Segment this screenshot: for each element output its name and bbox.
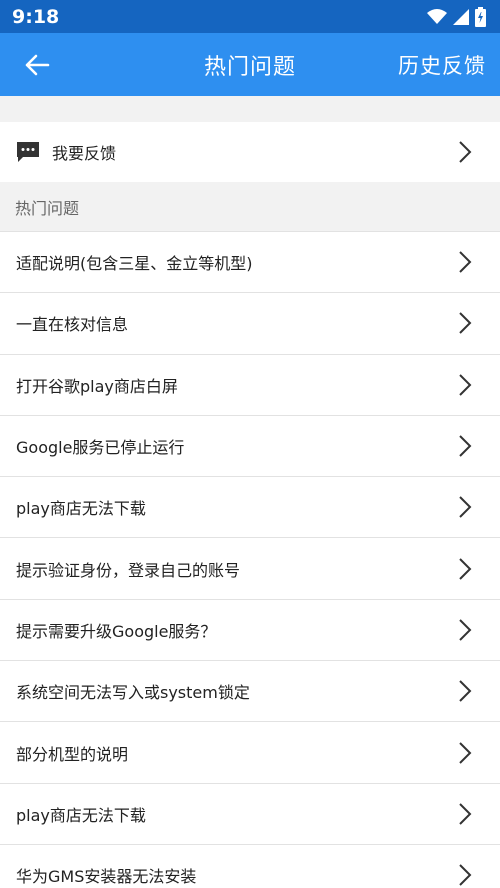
status-bar: 9:18 — [0, 0, 500, 33]
top-spacer — [0, 96, 500, 122]
battery-icon — [475, 6, 486, 27]
signal-icon — [453, 8, 469, 25]
list-item[interactable]: 提示验证身份，登录自己的账号 — [0, 538, 500, 600]
question-label: 部分机型的说明 — [16, 744, 129, 764]
question-label: 提示验证身份，登录自己的账号 — [16, 560, 241, 580]
status-icons — [427, 6, 486, 27]
chevron-right-icon — [459, 680, 472, 702]
section-header: 热门问题 — [0, 182, 500, 232]
chevron-right-icon — [459, 141, 472, 163]
question-label: 适配说明(包含三星、金立等机型) — [16, 254, 253, 274]
chevron-right-icon — [459, 435, 472, 457]
list-item[interactable]: 部分机型的说明 — [0, 722, 500, 784]
chevron-right-icon — [459, 557, 472, 580]
list-item[interactable]: 华为GMS安装器无法安装 — [0, 844, 500, 888]
question-label: 提示需要升级Google服务？ — [16, 621, 217, 641]
list-item[interactable]: 系统空间无法写入或system锁定 — [0, 661, 500, 723]
chevron-right-icon — [459, 374, 472, 396]
status-time: 9:18 — [12, 5, 60, 28]
list-item[interactable]: 适配说明(包含三星、金立等机型) — [0, 232, 500, 294]
chevron-right-icon — [459, 741, 472, 764]
question-label: 系统空间无法写入或system锁定 — [16, 683, 250, 703]
app-bar: 热门问题 历史反馈 — [0, 33, 500, 96]
chat-bubble-icon — [17, 142, 39, 162]
question-label: 华为GMS安装器无法安装 — [16, 867, 197, 887]
history-feedback-button[interactable]: 历史反馈 — [398, 50, 486, 80]
list-item[interactable]: Google服务已停止运行 — [0, 415, 500, 478]
chevron-right-icon — [459, 864, 472, 886]
chevron-right-icon — [459, 803, 472, 825]
list-item[interactable]: play商店无法下载 — [0, 783, 500, 845]
question-label: play商店无法下载 — [16, 805, 146, 825]
chevron-right-icon — [459, 619, 472, 641]
list-item[interactable]: 一直在核对信息 — [0, 293, 500, 355]
list-item[interactable]: 提示需要升级Google服务？ — [0, 599, 500, 662]
question-label: play商店无法下载 — [16, 499, 146, 519]
wifi-icon — [427, 8, 447, 24]
question-label: 打开谷歌play商店白屏 — [16, 376, 178, 396]
list-item[interactable]: play商店无法下载 — [0, 477, 500, 539]
chevron-right-icon — [459, 312, 472, 335]
question-list: 适配说明(包含三星、金立等机型) 一直在核对信息 打开谷歌play商店白屏 Go… — [0, 232, 500, 888]
list-item[interactable]: 打开谷歌play商店白屏 — [0, 354, 500, 416]
feedback-row[interactable]: 我要反馈 — [0, 122, 500, 182]
chevron-right-icon — [459, 496, 472, 519]
question-label: Google服务已停止运行 — [16, 438, 185, 458]
chevron-right-icon — [459, 251, 472, 273]
question-label: 一直在核对信息 — [16, 315, 129, 335]
feedback-label: 我要反馈 — [52, 144, 117, 163]
